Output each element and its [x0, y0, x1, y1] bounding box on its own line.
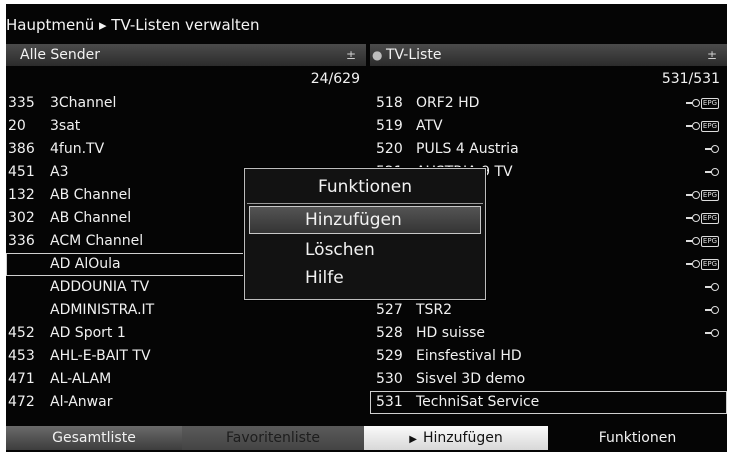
right-list-label: TV-Liste [386, 47, 442, 63]
channel-name: ATV [416, 118, 443, 134]
key-epg-icon: EPG [685, 212, 719, 224]
title-bar: Hauptmenü ▸ TV-Listen verwalten [6, 10, 727, 40]
sort-icon[interactable]: ± [346, 44, 356, 66]
channel-number: 335 [8, 95, 35, 111]
blue-button[interactable]: Funktionen [548, 426, 727, 450]
channel-name: 3Channel [50, 95, 117, 111]
channel-number: 302 [8, 210, 35, 226]
channel-name: AD AlOula [50, 256, 121, 272]
key-epg-icon: EPG [685, 97, 719, 109]
left-list-header: Alle Sender ± [6, 44, 366, 66]
list-item[interactable]: 530 Sisvel 3D demo [370, 368, 727, 391]
list-item[interactable]: 528 HD suisse [370, 322, 727, 345]
popup-item-delete[interactable]: Löschen [249, 236, 481, 264]
channel-name: HD suisse [416, 325, 486, 341]
list-item[interactable]: 471 AL-ALAM [6, 368, 366, 391]
channel-number: 453 [8, 348, 35, 364]
channel-number: 531 [376, 394, 403, 410]
key-icon [705, 143, 719, 155]
channel-number: 386 [8, 141, 35, 157]
popup-item-help[interactable]: Hilfe [249, 264, 481, 292]
key-epg-icon: EPG [685, 235, 719, 247]
channel-number: 472 [8, 394, 35, 410]
popup-title: Funktionen [317, 177, 413, 197]
channel-number: 20 [8, 118, 26, 134]
key-icon [705, 304, 719, 316]
list-item[interactable]: 520 PULS 4 Austria [370, 138, 727, 161]
list-item[interactable]: ADMINISTRA.IT [6, 299, 366, 322]
channel-number: 528 [376, 325, 403, 341]
channel-number: 520 [376, 141, 403, 157]
channel-name: A3 [50, 164, 69, 180]
channel-number: 336 [8, 233, 35, 249]
sort-icon[interactable]: ± [707, 44, 717, 66]
list-item[interactable]: 20 3sat [6, 115, 366, 138]
yellow-button-label: Hinzufügen [423, 430, 503, 446]
channel-name: 3sat [50, 118, 81, 134]
yellow-button[interactable]: ▶ Hinzufügen [364, 426, 548, 450]
list-item[interactable]: 527 TSR2 [370, 299, 727, 322]
list-item[interactable]: 531 TechniSat Service [370, 391, 727, 414]
channel-number: 452 [8, 325, 35, 341]
channel-number: 529 [376, 348, 403, 364]
list-item[interactable]: 472 Al-Anwar [6, 391, 366, 414]
popup-divider [247, 203, 483, 204]
list-item[interactable]: 335 3Channel [6, 92, 366, 115]
key-icon [705, 281, 719, 293]
channel-name: TSR2 [416, 302, 453, 318]
list-item[interactable]: 519 ATV EPG [370, 115, 727, 138]
popup-item-add[interactable]: Hinzufügen [249, 206, 481, 234]
key-epg-icon: EPG [685, 258, 719, 270]
green-button-label: Favoritenliste [226, 430, 320, 446]
blue-button-label: Funktionen [598, 430, 677, 446]
channel-name: AL-ALAM [50, 371, 112, 387]
red-button-label: Gesamtliste [52, 430, 136, 446]
list-item[interactable]: 386 4fun.TV [6, 138, 366, 161]
channel-name: ADDOUNIA TV [50, 279, 150, 295]
tv-screen: Hauptmenü ▸ TV-Listen verwalten Alle Sen… [6, 4, 727, 452]
channel-name: Sisvel 3D demo [416, 371, 526, 387]
play-arrow-icon: ▶ [409, 434, 417, 445]
functions-popup: Funktionen Hinzufügen Löschen Hilfe [244, 168, 486, 300]
channel-number: 518 [376, 95, 403, 111]
channel-name: AD Sport 1 [50, 325, 126, 341]
channel-name: Einsfestival HD [416, 348, 522, 364]
left-list-label: Alle Sender [20, 47, 101, 63]
key-icon [705, 166, 719, 178]
dot-icon: ● [372, 48, 383, 62]
list-item[interactable]: 518 ORF2 HD EPG [370, 92, 727, 115]
channel-name: ACM Channel [50, 233, 144, 249]
channel-name: PULS 4 Austria [416, 141, 519, 157]
list-item[interactable]: 452 AD Sport 1 [6, 322, 366, 345]
list-item[interactable]: 529 Einsfestival HD [370, 345, 727, 368]
channel-number: 519 [376, 118, 403, 134]
channel-name: ADMINISTRA.IT [50, 302, 155, 318]
key-epg-icon: EPG [685, 189, 719, 201]
list-item[interactable]: 453 AHL-E-BAIT TV [6, 345, 366, 368]
red-button[interactable]: Gesamtliste [6, 426, 182, 450]
channel-name: 4fun.TV [50, 141, 105, 157]
green-button[interactable]: Favoritenliste [182, 426, 364, 450]
channel-number: 132 [8, 187, 35, 203]
channel-number: 527 [376, 302, 403, 318]
function-key-bar: Gesamtliste Favoritenliste ▶ Hinzufügen F… [6, 426, 727, 450]
channel-name: TechniSat Service [416, 394, 540, 410]
channel-name: ORF2 HD [416, 95, 480, 111]
channel-number: 471 [8, 371, 35, 387]
channel-name: Al-Anwar [50, 394, 113, 410]
right-list-header: ● TV-Liste ± [370, 44, 727, 66]
left-list-counter: 24/629 [310, 71, 360, 87]
key-icon [705, 327, 719, 339]
page-title: Hauptmenü ▸ TV-Listen verwalten [6, 16, 260, 34]
channel-name: AHL-E-BAIT TV [50, 348, 151, 364]
channel-number: 530 [376, 371, 403, 387]
channel-name: AB Channel [50, 187, 132, 203]
right-list-counter: 531/531 [661, 71, 720, 87]
channel-number: 451 [8, 164, 35, 180]
channel-name: AB Channel [50, 210, 132, 226]
key-epg-icon: EPG [685, 120, 719, 132]
screen: Hauptmenü ▸ TV-Listen verwalten Alle Sen… [0, 0, 734, 464]
